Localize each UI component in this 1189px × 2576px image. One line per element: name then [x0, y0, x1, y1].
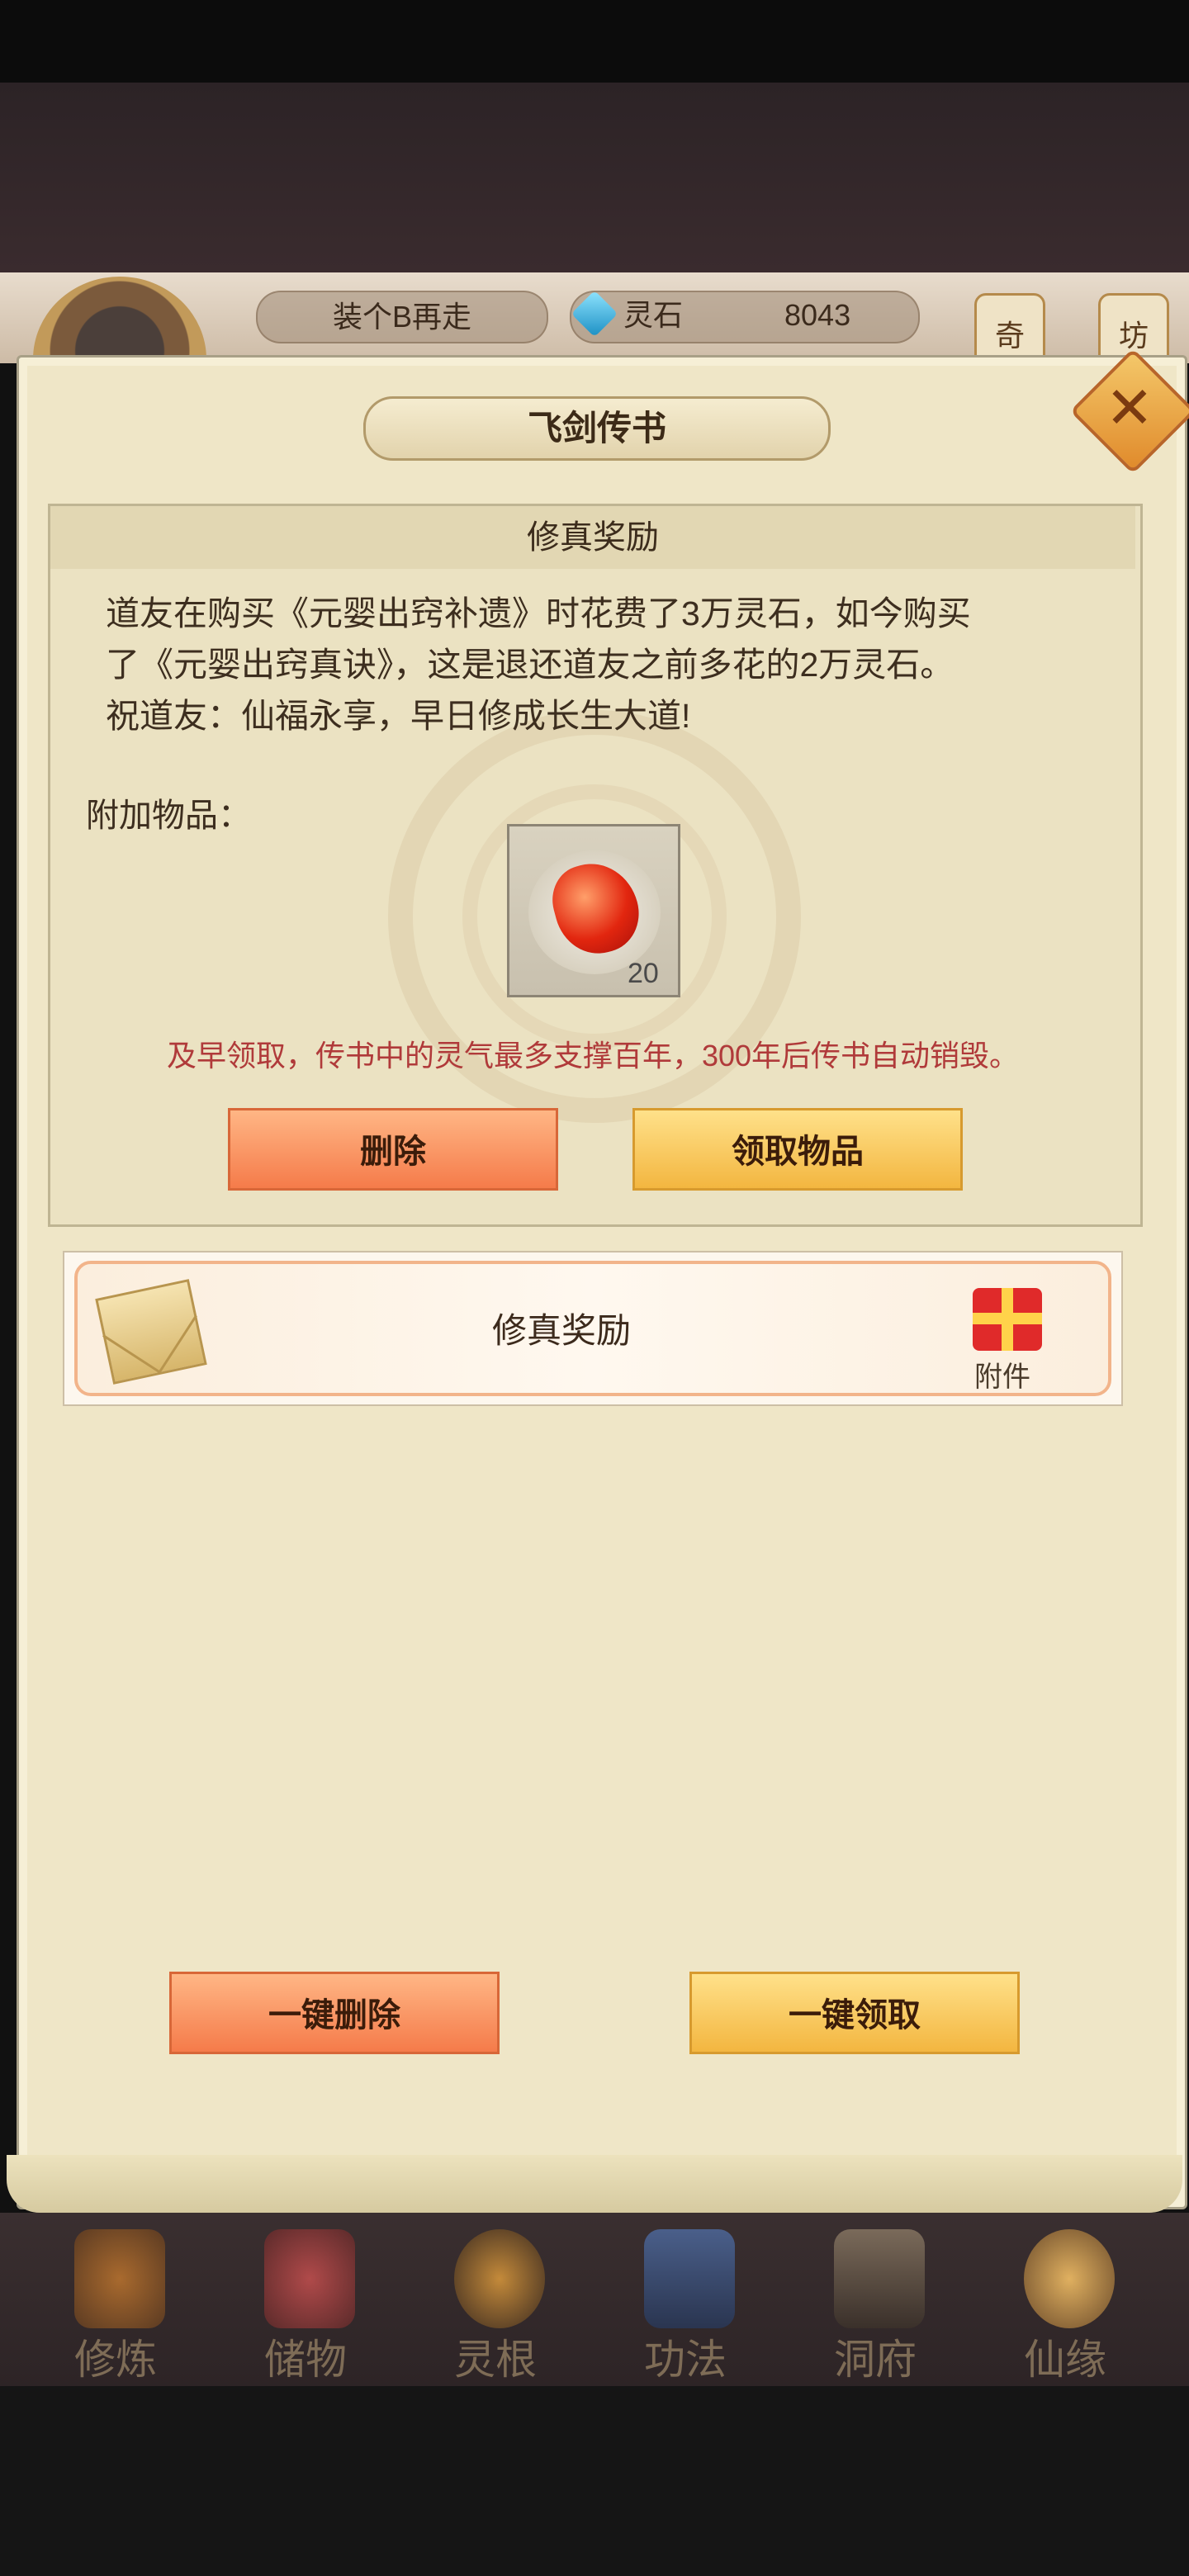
nav-label: 洞府 [834, 2336, 917, 2384]
nav-label: 储物 [264, 2336, 347, 2384]
status-bar [0, 0, 1189, 83]
nav-item-skills[interactable]: 功法 [599, 2221, 772, 2386]
currency-pill [570, 291, 920, 343]
item-count: 20 [628, 958, 659, 989]
attachment-label: 附加物品： [86, 798, 251, 834]
scroll-roll [7, 2155, 1182, 2213]
player-name: 装个B再走 [256, 291, 548, 343]
mail-body: 道友在购买《元婴出窍补遗》时花费了3万灵石，如今购买 了《元婴出窍真诀》，这是退… [106, 588, 1097, 741]
background-bottom [0, 2386, 1189, 2576]
nav-item-fate[interactable]: 仙缘 [978, 2221, 1152, 2386]
attachment-badge-label: 附件 [974, 1361, 1030, 1393]
mail-body-line: 祝道友：仙福永享，早日修成长生大道! [106, 697, 691, 735]
nav-item-cave[interactable]: 洞府 [789, 2221, 962, 2386]
nav-item-spirit-root[interactable]: 灵根 [409, 2221, 582, 2386]
mail-list-item-title: 修真奖励 [491, 1311, 631, 1350]
spirit-root-icon [454, 2229, 545, 2328]
currency-label: 灵石 [623, 298, 684, 332]
skills-icon [644, 2229, 735, 2328]
dialog-title: 飞剑传书 [363, 396, 831, 461]
delete-all-button[interactable]: 一键删除 [169, 1972, 500, 2054]
nav-label: 仙缘 [1024, 2336, 1106, 2384]
mail-body-line: 了《元婴出窍真诀》，这是退还道友之前多花的2万灵石。 [106, 646, 955, 684]
claim-items-button[interactable]: 领取物品 [632, 1108, 963, 1191]
cultivation-icon [74, 2229, 165, 2328]
expiry-warning: 及早领取，传书中的灵气最多支撑百年，300年后传书自动销毁。 [166, 1039, 1020, 1073]
claim-all-button[interactable]: 一键领取 [689, 1972, 1020, 2054]
close-icon[interactable]: ✕ [1088, 367, 1171, 449]
cave-icon [834, 2229, 925, 2328]
nav-item-cultivation[interactable]: 修炼 [29, 2221, 202, 2386]
nav-label: 功法 [644, 2336, 727, 2384]
delete-button[interactable]: 删除 [228, 1108, 558, 1191]
gift-ribbon [973, 1313, 1042, 1324]
background-top [0, 83, 1189, 272]
mail-title: 修真奖励 [527, 519, 659, 556]
mail-body-line: 道友在购买《元婴出窍补遗》时花费了3万灵石，如今购买 [106, 594, 971, 632]
currency-value: 8043 [784, 298, 851, 332]
storage-icon [264, 2229, 355, 2328]
nav-label: 灵根 [454, 2336, 537, 2384]
nav-label: 修炼 [74, 2336, 157, 2384]
fate-icon [1024, 2229, 1115, 2328]
nav-item-storage[interactable]: 储物 [219, 2221, 392, 2386]
